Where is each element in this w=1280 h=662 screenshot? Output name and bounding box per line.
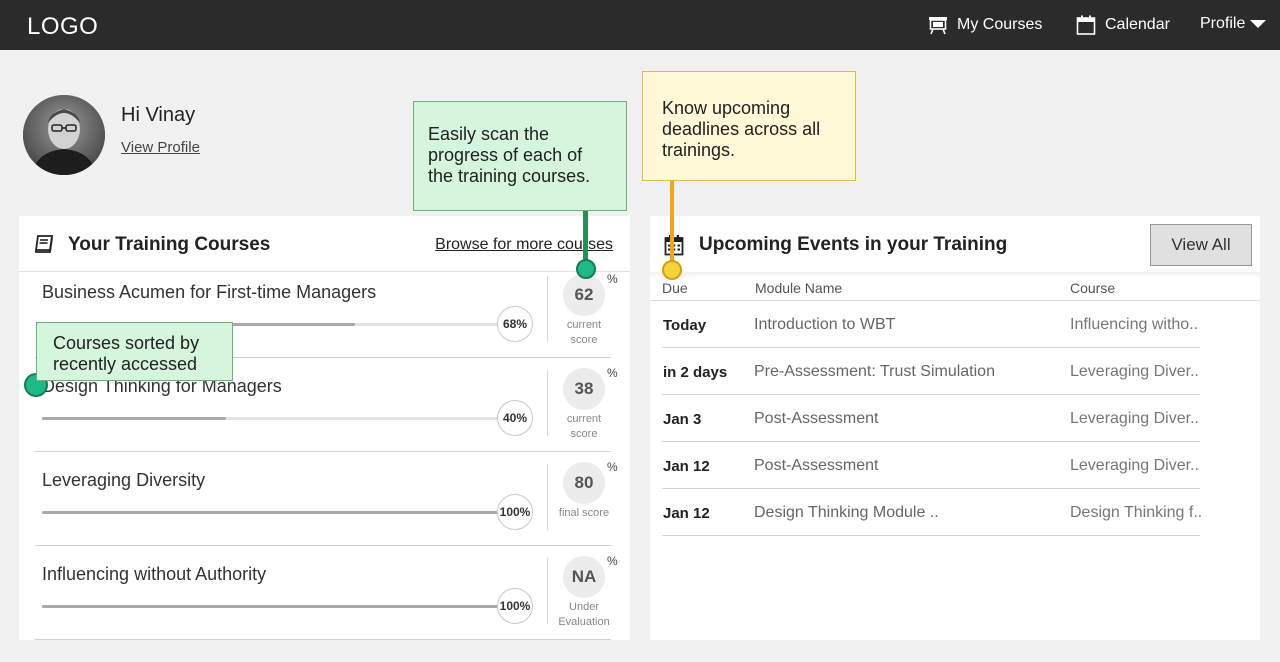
progress-percent: 68% [497,306,533,342]
nav-profile-label: Profile [1200,15,1246,32]
event-course: Leveraging Diver.. [1070,363,1199,380]
score-value: 80 [563,462,605,504]
progress-track [42,605,502,608]
nav-my-courses-label: My Courses [957,16,1043,33]
book-icon [34,235,54,253]
score-label: Under Evaluation [558,601,610,628]
event-module[interactable]: Post-Assessment [754,457,878,475]
nav-profile-dropdown[interactable]: Profile [1200,15,1267,33]
event-module[interactable]: Introduction to WBT [754,316,895,334]
event-module[interactable]: Pre-Assessment: Trust Simulation [754,363,995,381]
score-percent-sign: % [607,460,618,474]
table-row[interactable]: Jan 12 Post-Assessment Leveraging Diver.… [662,442,1200,489]
event-course: Leveraging Diver.. [1070,457,1199,474]
score-value: NA [563,556,605,598]
event-course: Leveraging Diver.. [1070,410,1199,427]
event-due: Jan 12 [663,505,710,522]
event-due: in 2 days [663,364,728,381]
view-profile-link[interactable]: View Profile [121,139,200,156]
progress-fill [42,511,502,514]
nav-my-courses[interactable]: My Courses [928,15,1042,35]
event-module[interactable]: Design Thinking Module .. [754,504,939,522]
callout-deadlines: Know upcoming deadlines across all train… [642,71,856,181]
avatar [23,95,105,175]
column-header-due: Due [662,280,688,296]
calendar-icon [664,235,684,256]
divider [547,464,548,530]
calendar-icon [1076,15,1096,35]
table-row[interactable]: in 2 days Pre-Assessment: Trust Simulati… [662,348,1200,395]
score-percent-sign: % [607,366,618,380]
greeting: Hi Vinay [121,104,196,126]
training-courses-panel: Your Training Courses Browse for more co… [19,216,630,640]
header-shadow [650,272,1260,278]
training-courses-title: Your Training Courses [68,234,271,255]
top-navigation-bar: LOGO My Courses Calendar Profile [0,0,1280,50]
course-name[interactable]: Leveraging Diversity [42,470,205,491]
course-row[interactable]: Influencing without Authority 100% NA % … [35,546,618,640]
score-percent-sign: % [607,554,618,568]
callout-sorted: Courses sorted by recently accessed [36,322,233,381]
progress-fill [42,605,502,608]
table-row[interactable]: Today Introduction to WBT Influencing wi… [662,301,1200,348]
course-name[interactable]: Influencing without Authority [42,564,266,585]
score-percent-sign: % [607,272,618,286]
table-row[interactable]: Jan 3 Post-Assessment Leveraging Diver.. [662,395,1200,442]
divider [547,370,548,436]
event-course: Influencing witho.. [1070,316,1199,333]
score-label: current score [566,319,602,346]
event-module[interactable]: Post-Assessment [754,410,878,428]
nav-calendar-label: Calendar [1105,16,1170,33]
table-row[interactable]: Jan 12 Design Thinking Module .. Design … [662,489,1202,536]
progress-percent: 100% [497,494,533,530]
column-header-module: Module Name [755,280,843,296]
event-due: Jan 12 [663,458,710,475]
hotspot-dot-icon[interactable] [662,260,682,280]
user-photo [23,95,105,175]
view-all-button[interactable]: View All [1150,224,1252,266]
score-label: final score [558,507,610,519]
column-header-course: Course [1070,280,1116,296]
progress-percent: 100% [497,588,533,624]
score-label: current score [566,413,602,440]
callout-progress: Easily scan the progress of each of the … [413,101,627,211]
hotspot-dot-icon[interactable] [576,259,596,279]
presentation-board-icon [929,17,947,35]
score-value: 62 [563,274,605,316]
course-name[interactable]: Business Acumen for First-time Managers [42,282,376,303]
logo[interactable]: LOGO [27,13,98,41]
upcoming-events-panel: Upcoming Events in your Training View Al… [650,216,1260,640]
divider [547,276,548,342]
nav-calendar[interactable]: Calendar [1076,15,1170,35]
progress-track [42,417,502,420]
callout-stem [670,180,674,262]
progress-track [42,511,502,514]
score-value: 38 [563,368,605,410]
callout-stem [583,210,588,262]
divider [547,558,548,624]
event-due: Today [663,317,707,334]
progress-fill [42,417,226,420]
event-due: Jan 3 [663,411,702,428]
event-course: Design Thinking f.. [1070,504,1202,521]
progress-percent: 40% [497,400,533,436]
upcoming-events-title: Upcoming Events in your Training [699,234,1008,255]
course-row[interactable]: Leveraging Diversity 100% 80 % final sco… [35,452,618,546]
chevron-down-icon [1250,20,1267,28]
